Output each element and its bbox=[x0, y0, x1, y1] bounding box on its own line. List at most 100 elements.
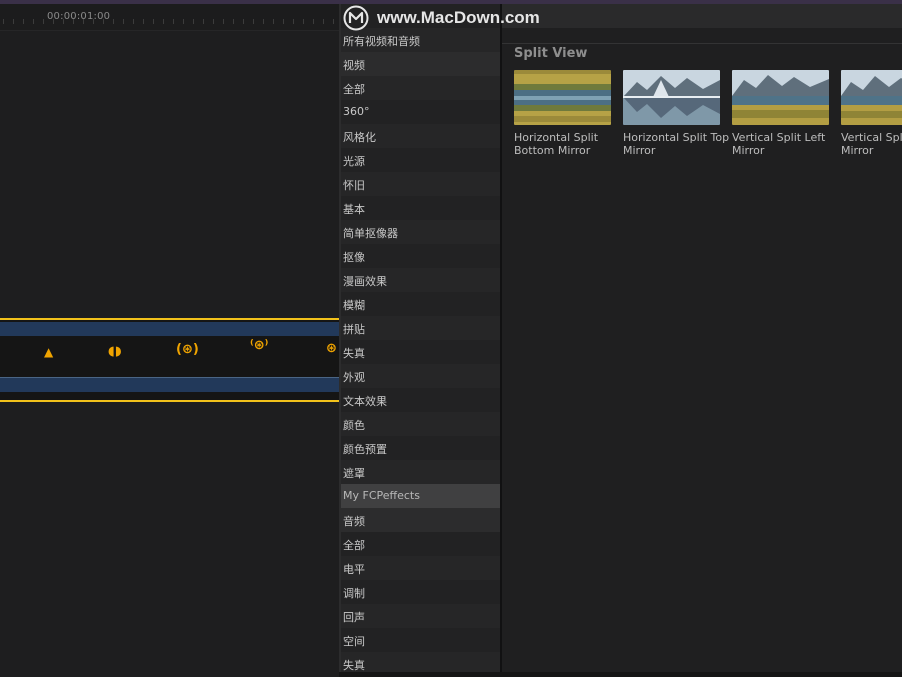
sidebar-item[interactable]: 调制 bbox=[341, 580, 500, 604]
sidebar-item-label: 简单抠像器 bbox=[343, 227, 398, 240]
sidebar-item-label: 模糊 bbox=[343, 299, 365, 312]
ruler-tick bbox=[153, 19, 154, 24]
effect-thumbnail bbox=[841, 70, 902, 125]
sidebar-item[interactable]: 模糊 bbox=[341, 292, 500, 316]
ruler-tick bbox=[213, 19, 214, 24]
watermark-text: www.MacDown.com bbox=[377, 8, 540, 27]
clip-frame-thumbnail: ⁽⊛⁾ bbox=[250, 338, 269, 353]
sidebar-item[interactable]: 文本效果 bbox=[341, 388, 500, 412]
ruler-tick bbox=[303, 19, 304, 24]
sidebar-item[interactable]: 基本 bbox=[341, 196, 500, 220]
effect-name: Horizontal Split Top Mirror bbox=[623, 131, 730, 157]
effect-name: Horizontal Split Bottom Mirror bbox=[514, 131, 599, 157]
section-divider bbox=[502, 43, 902, 44]
sidebar-item[interactable]: 视频 bbox=[341, 52, 500, 76]
sidebar-item[interactable]: 遮罩 bbox=[341, 460, 500, 484]
sidebar-item-label: 全部 bbox=[343, 83, 365, 96]
sidebar-item[interactable]: 全部 bbox=[341, 76, 500, 100]
sidebar-item-label: 漫画效果 bbox=[343, 275, 387, 288]
sidebar-item[interactable]: 失真 bbox=[341, 340, 500, 364]
sidebar-item-label: 风格化 bbox=[343, 131, 376, 144]
ruler-tick bbox=[113, 19, 114, 24]
effect-item[interactable]: Horizontal Split Bottom Mirror bbox=[514, 70, 611, 157]
sidebar-item-label: 基本 bbox=[343, 203, 365, 216]
clip-frame-thumbnail: ◖◗ bbox=[108, 344, 122, 359]
clip-frame-thumbnail: (⊛) bbox=[176, 342, 199, 357]
ruler-tick bbox=[193, 19, 194, 24]
ruler-tick bbox=[233, 19, 234, 24]
effect-name: Vertical Split Left Mirror bbox=[732, 131, 826, 157]
effect-thumbnail bbox=[732, 70, 829, 125]
sidebar-item[interactable]: 简单抠像器 bbox=[341, 220, 500, 244]
clip-frame-thumbnail: ▲ bbox=[44, 345, 54, 359]
sidebar-item[interactable]: 抠像 bbox=[341, 244, 500, 268]
browser-sidebar: 所有视频和音频视频全部 360° 风格化光源怀旧基本简单抠像器抠像漫画效果模糊拼贴失… bbox=[341, 4, 500, 677]
timeline-ruler[interactable]: 00:00:01:00 bbox=[0, 4, 339, 31]
sidebar-item-label: 360° bbox=[343, 105, 370, 118]
sidebar-item[interactable]: 漫画效果 bbox=[341, 268, 500, 292]
sidebar-item[interactable]: 音频 bbox=[341, 508, 500, 532]
sidebar-item-label: 外观 bbox=[343, 371, 365, 384]
ruler-tick bbox=[323, 19, 324, 24]
sidebar-item[interactable]: 拼贴 bbox=[341, 316, 500, 340]
sidebar-item-label: 调制 bbox=[343, 587, 365, 600]
sidebar-item[interactable]: 光源 bbox=[341, 148, 500, 172]
sidebar-item-label: 怀旧 bbox=[343, 179, 365, 192]
sidebar-item[interactable]: 颜色预置 bbox=[341, 436, 500, 460]
ruler-tick bbox=[173, 19, 174, 24]
ruler-timecode: 00:00:01:00 bbox=[47, 11, 111, 22]
sidebar-item-label: 抠像 bbox=[343, 251, 365, 264]
clip-filmstrip: ▲ ◖◗ (⊛) ⁽⊛⁾ ⊛ bbox=[0, 336, 339, 376]
ruler-tick bbox=[3, 19, 4, 24]
effect-name: Vertical Split Right Mirror bbox=[841, 131, 902, 157]
effect-item[interactable]: Vertical Split Right Mirror bbox=[841, 70, 902, 157]
ruler-tick bbox=[143, 19, 144, 24]
sidebar-item-label: 全部 bbox=[343, 539, 365, 552]
macdown-logo-icon bbox=[343, 5, 369, 31]
sidebar-item[interactable]: 外观 bbox=[341, 364, 500, 388]
sidebar-item-label: 空间 bbox=[343, 635, 365, 648]
window-bottom-strip bbox=[339, 672, 902, 677]
ruler-tick bbox=[23, 19, 24, 24]
watermark: www.MacDown.com bbox=[343, 5, 583, 31]
clip-bottom-band bbox=[0, 378, 339, 392]
ruler-tick bbox=[203, 19, 204, 24]
sidebar-item-label: 所有视频和音频 bbox=[343, 35, 420, 48]
sidebar-item[interactable]: My FCPeffects bbox=[341, 484, 500, 508]
sidebar-item-label: 拼贴 bbox=[343, 323, 365, 336]
ruler-tick bbox=[43, 19, 44, 24]
effect-item[interactable]: Horizontal Split Top Mirror bbox=[623, 70, 729, 157]
ruler-tick bbox=[183, 19, 184, 24]
sidebar-item-label: 音频 bbox=[343, 515, 365, 528]
sidebar-item-label: 失真 bbox=[343, 659, 365, 672]
ruler-tick bbox=[263, 19, 264, 24]
sidebar-item[interactable]: 电平 bbox=[341, 556, 500, 580]
sidebar-item[interactable]: 颜色 bbox=[341, 412, 500, 436]
clip-top-band bbox=[0, 322, 339, 336]
ruler-tick bbox=[273, 19, 274, 24]
ruler-tick bbox=[293, 19, 294, 24]
sidebar-item[interactable]: 全部 bbox=[341, 532, 500, 556]
sidebar-item[interactable]: 回声 bbox=[341, 604, 500, 628]
sidebar-item-label: 回声 bbox=[343, 611, 365, 624]
sidebar-item[interactable]: 怀旧 bbox=[341, 172, 500, 196]
sidebar-item[interactable]: 360° bbox=[341, 100, 500, 124]
sidebar-item-label: 颜色 bbox=[343, 419, 365, 432]
effect-thumbnail bbox=[623, 70, 720, 125]
sidebar-item[interactable]: 风格化 bbox=[341, 124, 500, 148]
sidebar-item-label: 电平 bbox=[343, 563, 365, 576]
effect-item[interactable]: Vertical Split Left Mirror bbox=[732, 70, 829, 157]
sidebar-item-label: My FCPeffects bbox=[343, 489, 420, 502]
timeline-clip[interactable]: ▲ ◖◗ (⊛) ⁽⊛⁾ ⊛ bbox=[0, 318, 339, 402]
ruler-tick bbox=[163, 19, 164, 24]
clip-frame-thumbnail: ⊛ bbox=[326, 341, 337, 356]
sidebar-item[interactable]: 所有视频和音频 bbox=[341, 28, 500, 52]
ruler-tick bbox=[133, 19, 134, 24]
sidebar-item-label: 遮罩 bbox=[343, 467, 365, 480]
timeline-area[interactable]: 00:00:01:00 ▲ ◖◗ (⊛) ⁽⊛⁾ ⊛ bbox=[0, 4, 339, 677]
sidebar-item[interactable]: 空间 bbox=[341, 628, 500, 652]
ruler-tick bbox=[33, 19, 34, 24]
ruler-tick bbox=[13, 19, 14, 24]
ruler-tick bbox=[283, 19, 284, 24]
effects-browser: Split View Horizontal Split Bottom Mirro… bbox=[502, 4, 902, 677]
